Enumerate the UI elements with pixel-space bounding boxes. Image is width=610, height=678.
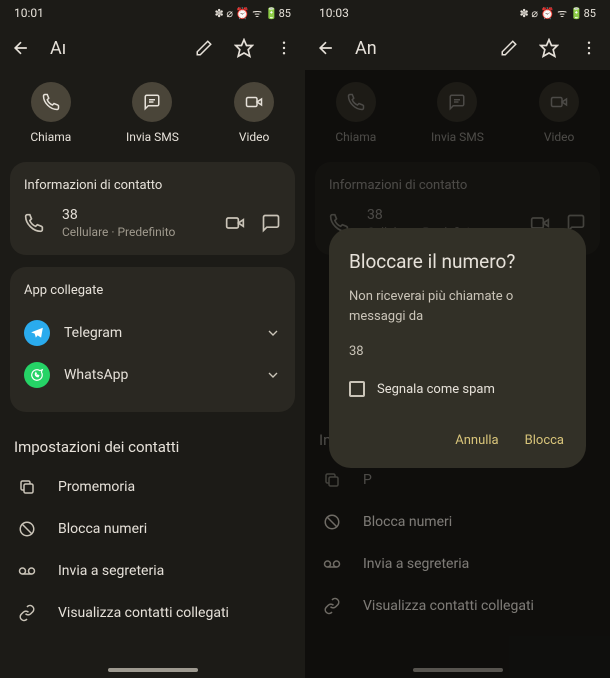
phone-type: Cellulare · Predefinito bbox=[62, 225, 209, 239]
dialog-actions: Annulla Blocca bbox=[349, 427, 566, 454]
video-button[interactable]: Video bbox=[214, 82, 294, 144]
cancel-button[interactable]: Annulla bbox=[453, 427, 500, 454]
header: Aı bbox=[0, 26, 305, 70]
contact-name: Aı bbox=[50, 38, 175, 59]
status-bar: 10:03 ✽ ⌀ ⏰ ᯤ 🔋85 bbox=[305, 0, 610, 26]
checkbox-icon[interactable] bbox=[349, 381, 365, 397]
telegram-icon bbox=[24, 320, 50, 346]
star-icon[interactable] bbox=[538, 38, 560, 58]
nav-handle[interactable] bbox=[108, 668, 198, 672]
call-button[interactable]: Chiama bbox=[11, 82, 91, 144]
app-telegram[interactable]: Telegram bbox=[24, 312, 281, 354]
dialog-title: Bloccare il numero? bbox=[349, 250, 566, 273]
more-icon[interactable] bbox=[578, 39, 600, 57]
header: An bbox=[305, 26, 610, 70]
status-icons: ✽ ⌀ ⏰ ᯤ 🔋85 bbox=[519, 6, 596, 21]
status-time: 10:03 bbox=[319, 6, 349, 20]
connected-apps-card: App collegate Telegram WhatsApp bbox=[10, 267, 295, 412]
phone-row[interactable]: 38 Cellulare · Predefinito bbox=[24, 207, 281, 239]
video-call-icon[interactable] bbox=[225, 213, 245, 233]
action-row: Chiama Invia SMS Video bbox=[0, 70, 305, 162]
screenshot-left: 10:01 ✽ ⌀ ⏰ ᯤ 🔋85 Aı Chiama Invia SMS Vi… bbox=[0, 0, 305, 678]
edit-icon[interactable] bbox=[498, 39, 520, 57]
star-icon[interactable] bbox=[233, 38, 255, 58]
video-label: Video bbox=[239, 130, 270, 144]
message-icon[interactable] bbox=[261, 213, 281, 233]
link-icon bbox=[18, 604, 38, 622]
sms-label: Invia SMS bbox=[126, 130, 179, 144]
voicemail-label: Invia a segreteria bbox=[58, 563, 164, 579]
back-icon[interactable] bbox=[315, 38, 337, 58]
status-bar: 10:01 ✽ ⌀ ⏰ ᯤ 🔋85 bbox=[0, 0, 305, 26]
status-icons: ✽ ⌀ ⏰ ᯤ 🔋85 bbox=[214, 6, 291, 21]
sms-button[interactable]: Invia SMS bbox=[112, 82, 192, 144]
chevron-down-icon bbox=[265, 325, 281, 341]
dialog-text: Non riceverai più chiamate o messaggi da bbox=[349, 287, 566, 326]
spam-label: Segnala come spam bbox=[377, 382, 495, 397]
connected-apps-title: App collegate bbox=[24, 283, 281, 298]
voicemail-icon bbox=[18, 562, 38, 580]
contact-info-card: Informazioni di contatto 38 Cellulare · … bbox=[10, 162, 295, 255]
block-icon bbox=[18, 520, 38, 538]
setting-reminder[interactable]: Promemoria bbox=[0, 466, 305, 508]
block-label: Blocca numeri bbox=[58, 521, 147, 537]
setting-voicemail[interactable]: Invia a segreteria bbox=[0, 550, 305, 592]
phone-number: 38 bbox=[62, 207, 209, 223]
linked-label: Visualizza contatti collegati bbox=[58, 605, 229, 621]
spam-checkbox-row[interactable]: Segnala come spam bbox=[349, 381, 566, 397]
chevron-down-icon bbox=[265, 367, 281, 383]
edit-icon[interactable] bbox=[193, 39, 215, 57]
contact-info-title: Informazioni di contatto bbox=[24, 178, 281, 193]
confirm-button[interactable]: Blocca bbox=[523, 427, 566, 454]
app-whatsapp[interactable]: WhatsApp bbox=[24, 354, 281, 396]
more-icon[interactable] bbox=[273, 39, 295, 57]
whatsapp-icon bbox=[24, 362, 50, 388]
setting-block[interactable]: Blocca numeri bbox=[0, 508, 305, 550]
dialog-phone: 38 bbox=[349, 344, 566, 359]
reminder-label: Promemoria bbox=[58, 479, 135, 495]
whatsapp-label: WhatsApp bbox=[64, 367, 251, 383]
setting-linked[interactable]: Visualizza contatti collegati bbox=[0, 592, 305, 634]
phone-icon bbox=[24, 213, 46, 233]
contact-name: An bbox=[355, 38, 480, 59]
telegram-label: Telegram bbox=[64, 325, 251, 341]
call-label: Chiama bbox=[30, 130, 71, 144]
block-dialog: Bloccare il numero? Non riceverai più ch… bbox=[329, 228, 586, 468]
settings-title: Impostazioni dei contatti bbox=[0, 424, 305, 466]
copy-icon bbox=[18, 478, 38, 496]
screenshot-right: 10:03 ✽ ⌀ ⏰ ᯤ 🔋85 An Chiama Invia SMS Vi… bbox=[305, 0, 610, 678]
back-icon[interactable] bbox=[10, 38, 32, 58]
status-time: 10:01 bbox=[14, 6, 44, 20]
